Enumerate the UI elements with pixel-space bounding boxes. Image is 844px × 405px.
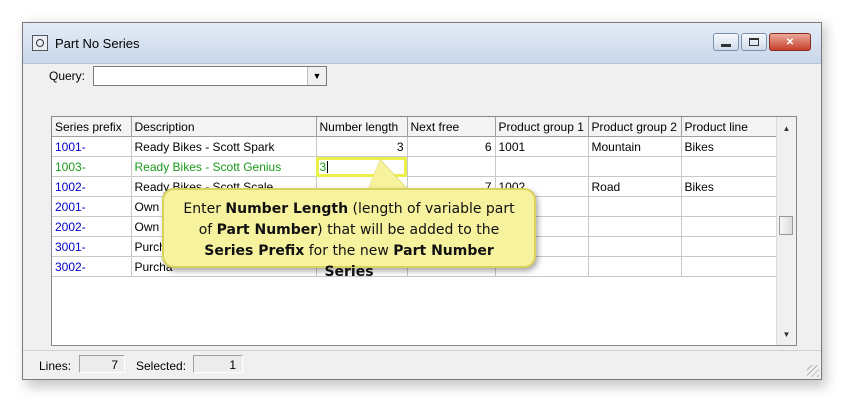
callout-emphasis: Series Prefix [204,243,305,259]
cell-prefix[interactable]: 2001- [52,196,132,217]
col-product-group-2[interactable]: Product group 2 [588,117,682,137]
table-header-row: Series prefix Description Number length … [52,117,777,137]
cell-prefix[interactable]: 3002- [52,256,132,277]
cell-number-length[interactable]: 3 [316,136,408,157]
cell-prefix[interactable]: 2002- [52,216,132,237]
cell-product-group-2[interactable] [588,156,682,177]
cell-product-line[interactable] [681,236,777,257]
text-caret [327,161,329,174]
callout-text: Enter [183,201,226,217]
close-icon: ✕ [785,36,795,48]
scroll-up-icon[interactable]: ▲ [777,119,796,137]
cell-product-line[interactable] [681,196,777,217]
callout-text: for the new [304,243,394,259]
callout-pointer [368,160,408,190]
close-button[interactable]: ✕ [769,33,811,51]
title-bar[interactable]: Part No Series ✕ [23,23,821,64]
callout-emphasis: Part Number [216,222,318,238]
cell-next-free[interactable]: 6 [407,136,496,157]
number-length-value: 3 [319,159,327,174]
resize-grip-icon[interactable] [807,365,819,377]
query-label: Query: [49,69,86,83]
col-number-length[interactable]: Number length [316,117,408,137]
cell-product-group-2[interactable] [588,196,682,217]
cell-product-group-2[interactable]: Mountain [588,136,682,157]
selected-label: Selected: [136,359,187,373]
cell-description[interactable]: Ready Bikes - Scott Genius [131,156,317,177]
table-row[interactable]: 1001- Ready Bikes - Scott Spark 3 6 1001… [52,136,777,157]
instruction-callout: Enter Number Length (length of variable … [162,188,536,280]
cell-prefix[interactable]: 1002- [52,176,132,197]
cell-product-line[interactable] [681,256,777,277]
minimize-icon [721,43,731,47]
cell-product-group-2[interactable] [588,256,682,277]
lines-label: Lines: [39,359,72,373]
maximize-button[interactable] [741,33,767,51]
scroll-down-icon[interactable]: ▼ [777,325,796,343]
col-product-group-1[interactable]: Product group 1 [495,117,589,137]
selected-count: 1 [193,355,243,373]
cell-product-group-2[interactable] [588,216,682,237]
scroll-thumb[interactable] [779,216,793,235]
cell-product-line[interactable]: Bikes [681,176,777,197]
status-bar: Lines: 7 Selected: 1 [23,350,821,379]
dropdown-arrow-icon[interactable]: ▼ [307,67,326,85]
cell-prefix[interactable]: 3001- [52,236,132,257]
minimize-button[interactable] [713,33,739,51]
col-next-free[interactable]: Next free [407,117,496,137]
cell-product-line[interactable] [681,156,777,177]
cell-product-group-1[interactable]: 1001 [495,136,589,157]
cell-next-free[interactable] [407,156,496,177]
query-dropdown[interactable]: ▼ [93,66,327,86]
cell-prefix[interactable]: 1003- [52,156,132,177]
cell-product-line[interactable] [681,216,777,237]
window-controls: ✕ [713,33,811,51]
cell-product-line[interactable]: Bikes [681,136,777,157]
cell-description[interactable]: Ready Bikes - Scott Spark [131,136,317,157]
cell-product-group-2[interactable]: Road [588,176,682,197]
callout-emphasis: Number Length [225,201,349,217]
col-description[interactable]: Description [131,117,317,137]
cell-product-group-1[interactable] [495,156,589,177]
window-title: Part No Series [55,36,140,51]
cell-prefix[interactable]: 1001- [52,136,132,157]
col-product-line[interactable]: Product line [681,117,777,137]
cell-product-group-2[interactable] [588,236,682,257]
col-series-prefix[interactable]: Series prefix [52,117,132,137]
lines-count: 7 [79,355,125,373]
vertical-scrollbar[interactable]: ▲ ▼ [776,117,796,345]
callout-text: ) that will be added to the [317,222,500,238]
maximize-icon [749,38,759,46]
table-row-selected[interactable]: 1003- Ready Bikes - Scott Genius 3 [52,156,777,177]
app-icon[interactable] [32,35,48,51]
